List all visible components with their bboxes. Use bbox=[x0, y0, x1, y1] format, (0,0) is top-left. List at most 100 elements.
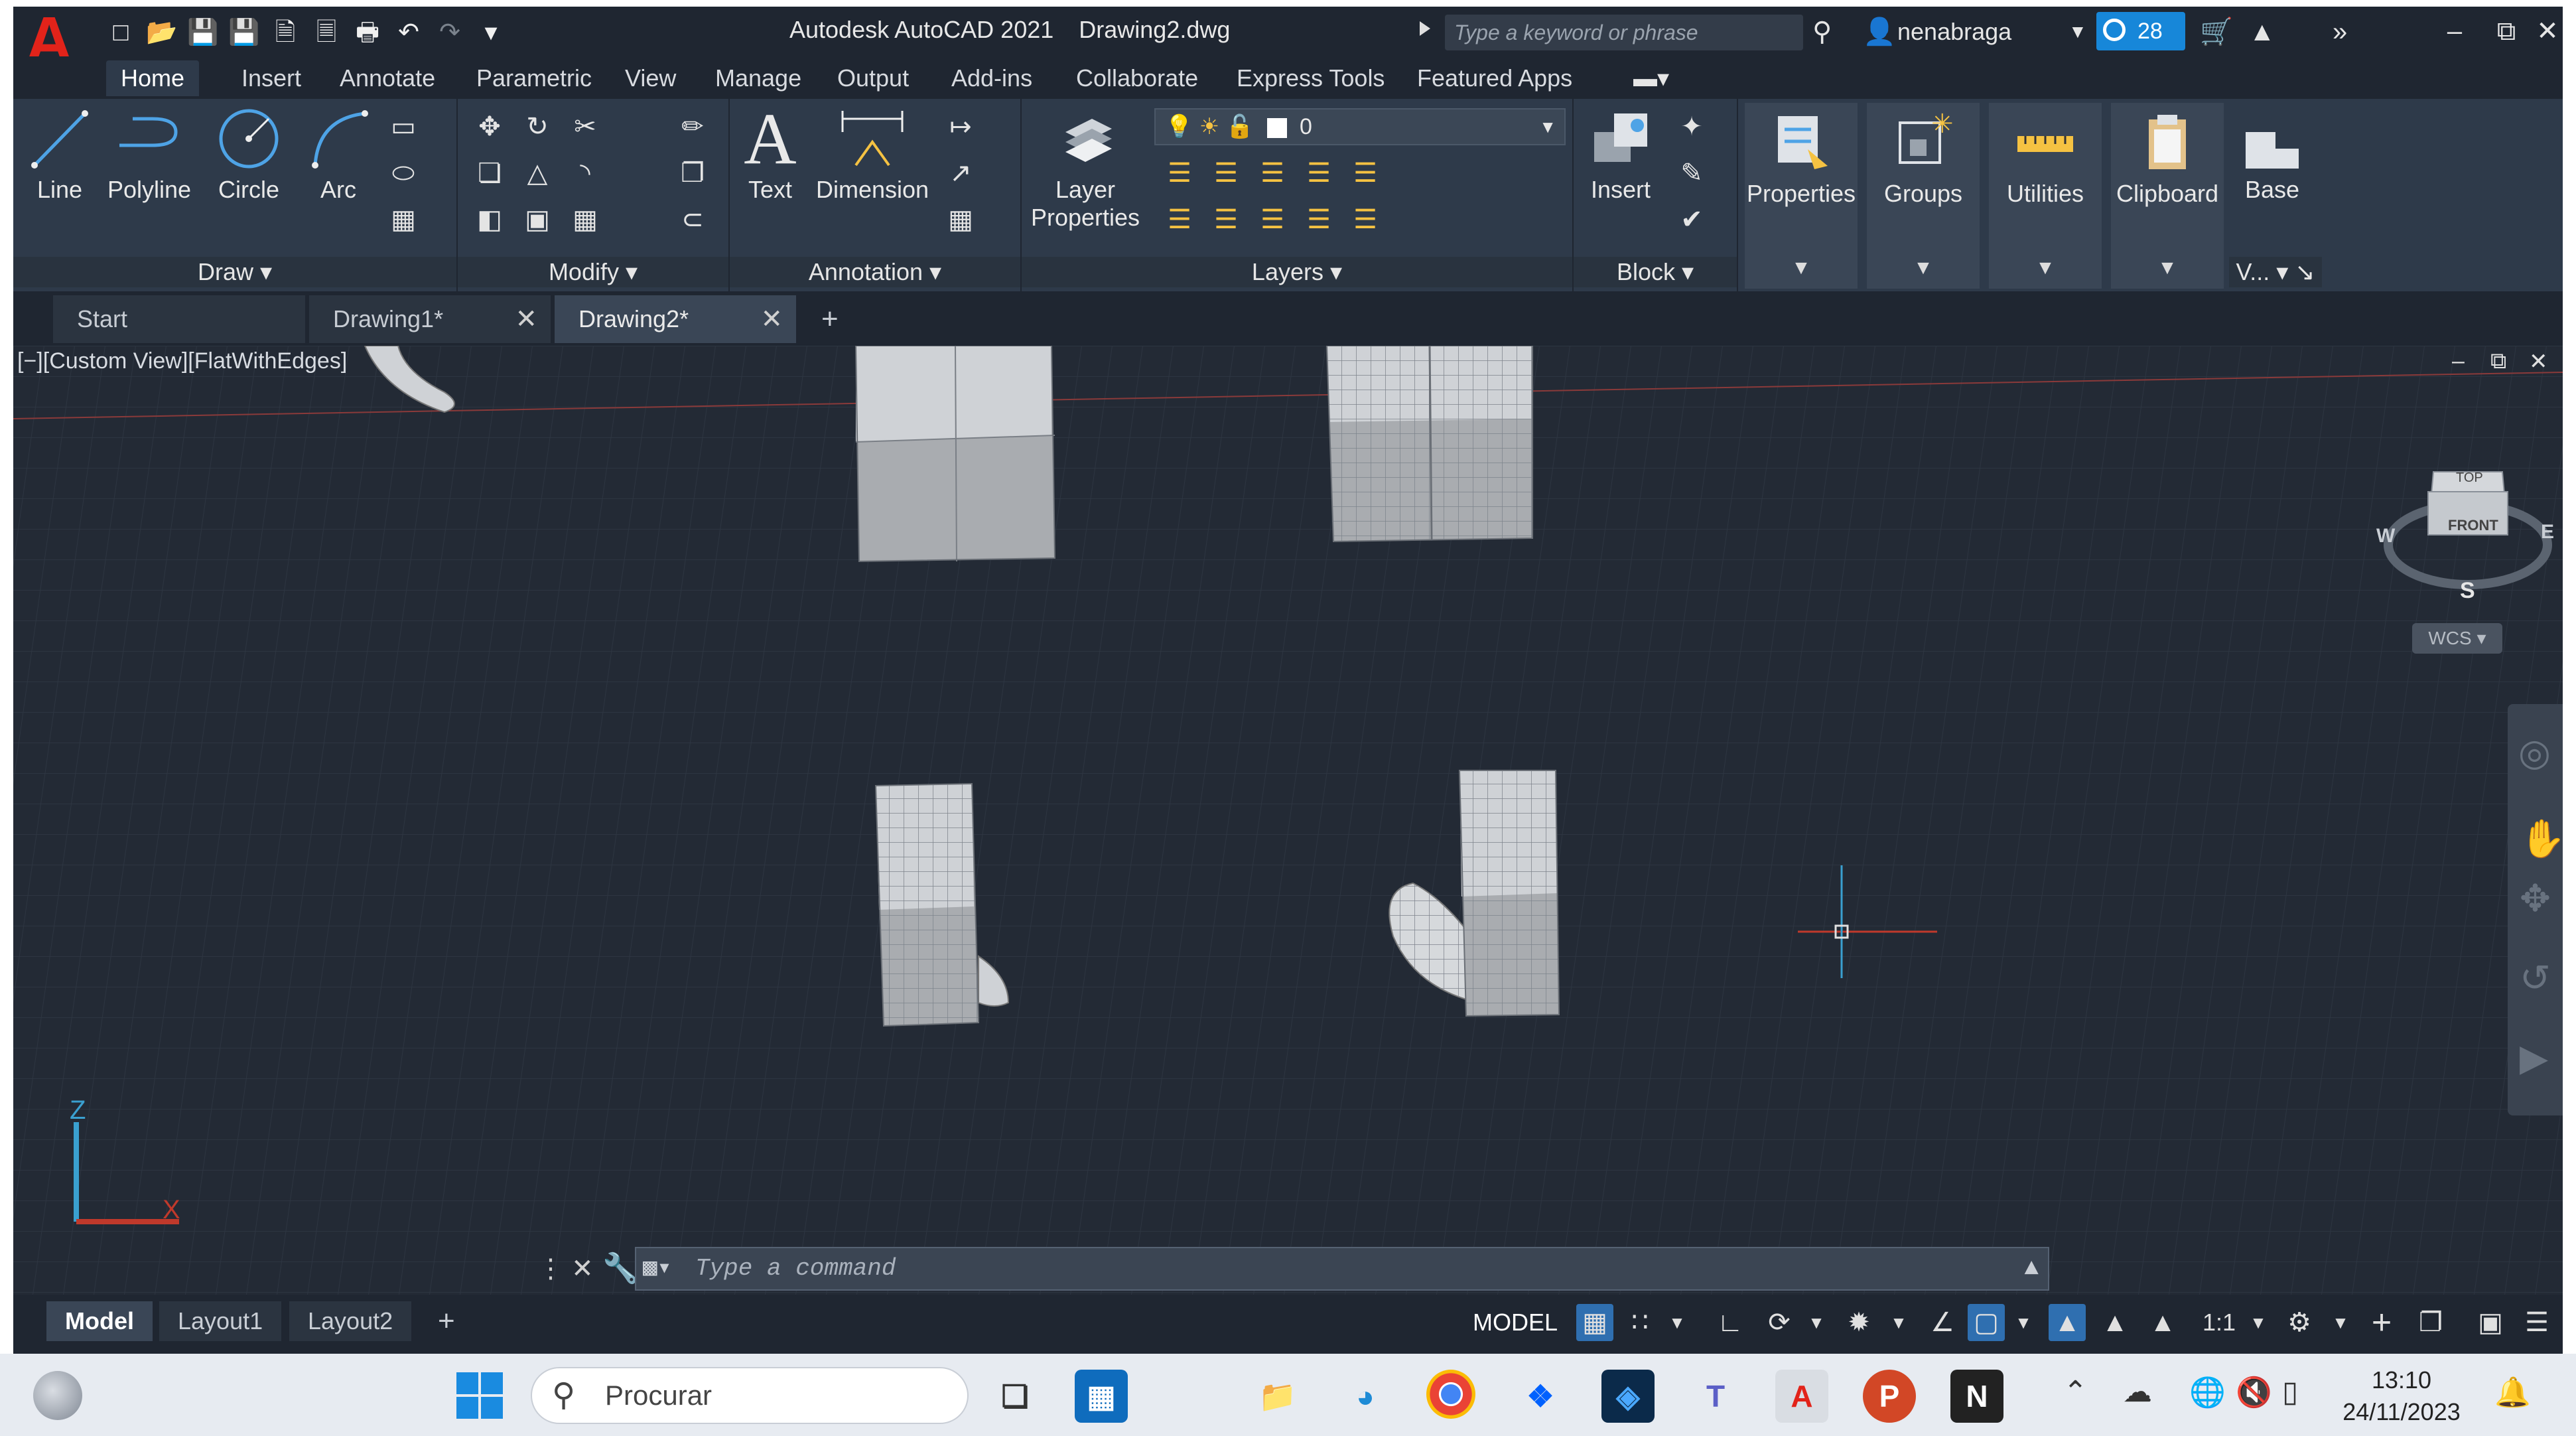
tab-drawing1[interactable]: Drawing1* ✕ bbox=[309, 295, 551, 343]
compass-south[interactable]: S bbox=[2460, 578, 2475, 604]
offset-icon[interactable]: ⊂ bbox=[674, 201, 711, 238]
customize-icon[interactable]: 🔧 bbox=[602, 1251, 639, 1285]
snap-icon[interactable]: ∷ bbox=[1621, 1304, 1659, 1341]
stretch-icon[interactable]: ◧ bbox=[471, 201, 508, 238]
rectangle-icon[interactable]: ▭ bbox=[385, 108, 422, 145]
trim-icon[interactable]: ✂ bbox=[567, 108, 604, 145]
autocad-taskbar-icon[interactable]: A bbox=[1775, 1370, 1828, 1423]
linear-dimension-icon[interactable]: ↦ bbox=[942, 108, 979, 145]
dropbox-icon[interactable]: ❖ bbox=[1514, 1370, 1567, 1423]
notion-icon[interactable]: N bbox=[1950, 1370, 2003, 1423]
erase-icon[interactable]: ✏ bbox=[674, 108, 711, 145]
layer-thaw-icon[interactable]: ☰ bbox=[1254, 201, 1291, 238]
polyline-button[interactable]: Polyline bbox=[100, 106, 199, 204]
chevron-down-icon[interactable]: ▼ bbox=[1880, 1304, 1917, 1341]
task-view-icon[interactable]: ❏ bbox=[988, 1370, 1042, 1423]
dimension-button[interactable]: Dimension bbox=[816, 106, 929, 204]
fullscreen-icon[interactable]: ▣ bbox=[2472, 1304, 2509, 1341]
tab-add-ins[interactable]: Add-ins bbox=[937, 60, 1047, 96]
steering-wheel-icon[interactable]: ◎ bbox=[2518, 731, 2551, 774]
viewcube-front-label[interactable]: FRONT bbox=[2448, 517, 2498, 534]
volume-icon[interactable]: 🔇 bbox=[2236, 1375, 2272, 1409]
plot-icon[interactable]: 🖶 bbox=[353, 18, 382, 47]
chevron-down-icon[interactable]: ▼ bbox=[2322, 1304, 2359, 1341]
tab-view[interactable]: View bbox=[610, 60, 691, 96]
mirror-icon[interactable]: △ bbox=[519, 155, 556, 192]
compass-east[interactable]: E bbox=[2541, 521, 2554, 543]
weather-icon[interactable] bbox=[33, 1371, 82, 1420]
close-icon[interactable]: ✕ bbox=[760, 295, 783, 343]
move-icon[interactable]: ✥ bbox=[471, 108, 508, 145]
command-history-icon[interactable]: ▩▾ bbox=[643, 1255, 671, 1282]
properties-panel[interactable]: Properties ▼ bbox=[1745, 103, 1858, 289]
close-button[interactable]: ✕ bbox=[2528, 12, 2563, 50]
save-icon[interactable]: 💾 bbox=[187, 18, 218, 47]
viewport-close-icon[interactable]: ✕ bbox=[2529, 348, 2548, 375]
chevron-down-icon[interactable]: ▼ bbox=[2240, 1304, 2277, 1341]
circle-button[interactable]: Circle bbox=[206, 106, 292, 204]
notification-badge[interactable]: 28 bbox=[2096, 12, 2185, 50]
isolate-objects-icon[interactable]: ❐ bbox=[2412, 1304, 2449, 1341]
leader-icon[interactable]: ↗ bbox=[942, 155, 979, 192]
array-icon[interactable]: ▦ bbox=[567, 201, 604, 238]
vpn-app-icon[interactable]: ◈ bbox=[1601, 1370, 1655, 1423]
viewport-restore-icon[interactable]: ⧉ bbox=[2490, 348, 2506, 374]
annotation-panel-title[interactable]: Annotation ▾ bbox=[730, 257, 1020, 287]
more-icon[interactable]: » bbox=[2333, 15, 2347, 49]
ellipse-icon[interactable]: ⬭ bbox=[385, 155, 422, 192]
pan-icon[interactable]: ✋ bbox=[2520, 817, 2563, 861]
minimize-button[interactable]: – bbox=[2435, 12, 2474, 50]
help-search-input[interactable]: Type a keyword or phrase bbox=[1445, 15, 1803, 50]
drawing-viewport[interactable]: Z X [−][Custom View][FlatWithEdges] – ⧉ … bbox=[13, 346, 2563, 1295]
username[interactable]: nenabraga bbox=[1897, 15, 2011, 49]
expand-arrow-icon[interactable] bbox=[1420, 21, 1430, 36]
save-as-icon[interactable]: 💾 bbox=[228, 18, 259, 47]
powerpoint-icon[interactable]: P bbox=[1863, 1370, 1916, 1423]
undo-icon[interactable]: ↶ bbox=[394, 18, 423, 47]
battery-icon[interactable]: ▯ bbox=[2282, 1375, 2298, 1409]
table-icon[interactable]: ▦ bbox=[942, 201, 979, 238]
notifications-bell-icon[interactable]: 🔔 bbox=[2494, 1375, 2531, 1409]
command-line[interactable]: ▩▾ Type a command ▲ bbox=[635, 1247, 2049, 1291]
match-layer-icon[interactable]: ☰ bbox=[1347, 201, 1384, 238]
modify-panel-title[interactable]: Modify ▾ bbox=[458, 257, 728, 287]
tab-start[interactable]: Start bbox=[53, 295, 305, 343]
base-view-button[interactable]: Base bbox=[2229, 119, 2315, 204]
viewport-controls-label[interactable]: [−][Custom View][FlatWithEdges] bbox=[17, 348, 347, 374]
system-clock[interactable]: 13:10 24/11/2023 bbox=[2335, 1364, 2468, 1428]
layout-tab-layout2[interactable]: Layout2 bbox=[289, 1301, 412, 1341]
chevron-up-icon[interactable]: ⌃ bbox=[2063, 1375, 2088, 1409]
isodraft-icon[interactable]: ✹ bbox=[1840, 1304, 1877, 1341]
arc-button[interactable]: Arc bbox=[299, 106, 378, 204]
object-snap-tracking-icon[interactable]: ∠ bbox=[1924, 1304, 1961, 1341]
polar-icon[interactable]: ⟳ bbox=[1761, 1304, 1798, 1341]
open-file-icon[interactable]: 📂 bbox=[146, 18, 177, 47]
copy-icon[interactable]: ❏ bbox=[471, 155, 508, 192]
add-icon[interactable]: + bbox=[2363, 1304, 2400, 1341]
annotation-scale-icon[interactable]: ▲ bbox=[2144, 1304, 2181, 1341]
windows-start-icon[interactable] bbox=[455, 1371, 504, 1420]
search-icon[interactable]: ⚲ bbox=[1812, 15, 1832, 49]
gear-icon[interactable]: ⚙ bbox=[2281, 1304, 2318, 1341]
customize-qat-icon[interactable]: ▾ bbox=[476, 18, 506, 47]
box-solid[interactable] bbox=[854, 346, 1056, 563]
user-icon[interactable]: 👤 bbox=[1863, 15, 1896, 49]
layer-on-icon[interactable]: ☰ bbox=[1161, 201, 1198, 238]
tab-annotate[interactable]: Annotate bbox=[325, 60, 450, 96]
new-tab-icon[interactable]: + bbox=[807, 295, 866, 343]
microsoft-store-icon[interactable]: ▦ bbox=[1075, 1370, 1128, 1423]
tab-insert[interactable]: Insert bbox=[227, 60, 316, 96]
tab-collaborate[interactable]: Collaborate bbox=[1061, 60, 1213, 96]
close-icon[interactable]: ✕ bbox=[515, 295, 537, 343]
showmotion-icon[interactable]: ▶ bbox=[2520, 1036, 2548, 1080]
chevron-down-icon[interactable]: ▼ bbox=[2005, 1304, 2042, 1341]
layout-tab-model[interactable]: Model bbox=[46, 1301, 153, 1341]
chevron-down-icon[interactable]: ▼ bbox=[2068, 15, 2087, 49]
add-layout-icon[interactable]: + bbox=[419, 1301, 474, 1341]
tab-express-tools[interactable]: Express Tools bbox=[1222, 60, 1399, 96]
viewport-minimize-icon[interactable]: – bbox=[2452, 348, 2465, 374]
menu-icon[interactable]: ☰ bbox=[2518, 1304, 2555, 1341]
chevron-up-icon[interactable]: ▲ bbox=[2024, 1248, 2039, 1289]
teams-icon[interactable]: T bbox=[1689, 1370, 1742, 1423]
ribbon-minimize-icon[interactable]: ▬▾ bbox=[1619, 60, 1684, 96]
